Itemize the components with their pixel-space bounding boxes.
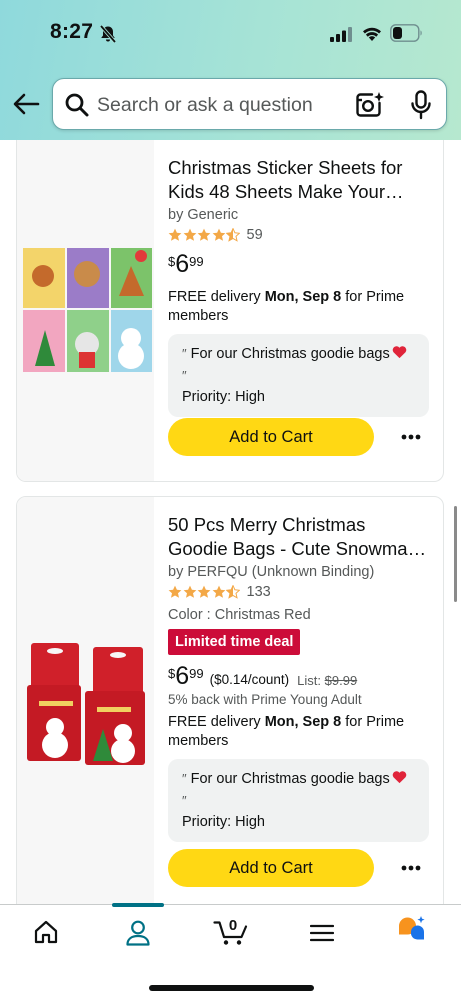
star-full-icon xyxy=(168,228,182,241)
microphone-icon[interactable] xyxy=(410,90,432,120)
list-note[interactable]: ″ For our Christmas goodie bags ″ Priori… xyxy=(168,759,429,842)
product-price: $ 6 99 xyxy=(168,251,429,278)
list-price-label: List: xyxy=(297,673,325,688)
search-icon xyxy=(64,92,90,118)
rufus-assistant-icon[interactable] xyxy=(396,915,430,947)
star-full-icon xyxy=(212,228,225,241)
star-half-icon xyxy=(226,585,240,599)
product-image[interactable] xyxy=(17,497,154,915)
color-label: Color : xyxy=(168,607,215,623)
price-symbol: $ xyxy=(168,666,176,681)
rating-stars xyxy=(168,585,241,599)
cashback-info: 5% back with Prime Young Adult xyxy=(168,692,362,707)
star-half-icon xyxy=(226,228,240,242)
product-card[interactable]: 50 Pcs Merry Christmas Goodie Bags - Cut… xyxy=(16,496,444,916)
status-time: 8:27 xyxy=(50,20,94,43)
heart-icon xyxy=(392,346,406,359)
price-whole: 6 xyxy=(175,250,190,278)
bell-muted-icon xyxy=(98,24,118,44)
color-variant: Color : Christmas Red xyxy=(168,607,429,623)
camera-search-icon[interactable] xyxy=(355,91,385,119)
product-price: $ 6 99 ($0.14/count) List: $9.99 xyxy=(168,663,429,690)
star-full-icon xyxy=(168,585,182,598)
product-rating[interactable]: 133 xyxy=(168,584,429,600)
wifi-icon xyxy=(361,24,383,42)
star-full-icon xyxy=(197,585,211,598)
deal-badge: Limited time deal xyxy=(168,629,301,655)
add-to-cart-button[interactable]: Add to Cart xyxy=(168,418,374,456)
product-title[interactable]: 50 Pcs Merry Christmas Goodie Bags - Cut… xyxy=(168,513,429,561)
delivery-date: Mon, Sep 8 xyxy=(264,714,342,730)
cart-count: 0 xyxy=(229,917,237,934)
header: 8:27 Search or ask a question xyxy=(0,0,461,140)
rating-count: 133 xyxy=(246,584,271,600)
search-input[interactable]: Search or ask a question xyxy=(97,94,313,117)
delivery-info: FREE delivery Mon, Sep 8 for Prime membe… xyxy=(168,288,429,326)
note-text: For our Christmas goodie bags xyxy=(190,771,390,787)
home-icon[interactable] xyxy=(33,919,59,945)
star-full-icon xyxy=(183,585,196,598)
list-note[interactable]: ″ For our Christmas goodie bags ″ Priori… xyxy=(168,334,429,417)
rating-stars xyxy=(168,228,241,242)
delivery-prefix: FREE delivery xyxy=(168,289,265,305)
add-to-cart-button[interactable]: Add to Cart xyxy=(168,849,374,887)
scrollbar[interactable] xyxy=(454,506,457,602)
delivery-date: Mon, Sep 8 xyxy=(264,289,342,305)
search-bar[interactable]: Search or ask a question xyxy=(52,78,447,130)
more-options-icon[interactable] xyxy=(399,432,423,442)
cart-icon[interactable]: 0 xyxy=(213,915,249,947)
product-card[interactable]: Christmas Sticker Sheets for Kids 48 She… xyxy=(16,140,444,482)
home-indicator[interactable] xyxy=(149,985,314,991)
delivery-prefix: FREE delivery xyxy=(168,714,265,730)
quote-open-icon: ″ xyxy=(182,346,187,361)
quote-close-icon: ″ xyxy=(182,368,187,383)
price-symbol: $ xyxy=(168,254,176,269)
product-byline: by PERFQU (Unknown Binding) xyxy=(168,564,375,580)
price-fraction: 99 xyxy=(189,254,204,269)
star-full-icon xyxy=(212,585,225,598)
quote-open-icon: ″ xyxy=(182,771,187,786)
unit-price: ($0.14/count) xyxy=(209,672,290,687)
star-full-icon xyxy=(197,228,211,241)
menu-icon[interactable] xyxy=(310,923,334,943)
product-title[interactable]: Christmas Sticker Sheets for Kids 48 She… xyxy=(168,156,429,204)
price-whole: 6 xyxy=(175,662,190,690)
cellular-signal-icon xyxy=(330,26,354,42)
list-price-value: $9.99 xyxy=(324,673,358,688)
active-tab-indicator xyxy=(112,903,164,907)
back-arrow-icon[interactable] xyxy=(12,92,40,116)
delivery-info: FREE delivery Mon, Sep 8 for Prime membe… xyxy=(168,713,429,751)
priority-label: Priority: High xyxy=(182,389,265,405)
rating-count: 59 xyxy=(246,227,263,243)
battery-icon xyxy=(390,24,424,42)
more-options-icon[interactable] xyxy=(399,863,423,873)
star-full-icon xyxy=(183,228,196,241)
priority-label: Priority: High xyxy=(182,814,265,830)
quote-close-icon: ″ xyxy=(182,793,187,808)
product-rating[interactable]: 59 xyxy=(168,227,429,243)
list-price: List: $9.99 xyxy=(297,673,357,688)
account-icon[interactable] xyxy=(125,919,151,947)
product-byline: by Generic xyxy=(168,207,239,223)
product-image[interactable] xyxy=(17,140,154,481)
color-value: Christmas Red xyxy=(214,607,311,623)
note-text: For our Christmas goodie bags xyxy=(190,346,390,362)
heart-icon xyxy=(392,771,406,784)
price-fraction: 99 xyxy=(189,666,204,681)
